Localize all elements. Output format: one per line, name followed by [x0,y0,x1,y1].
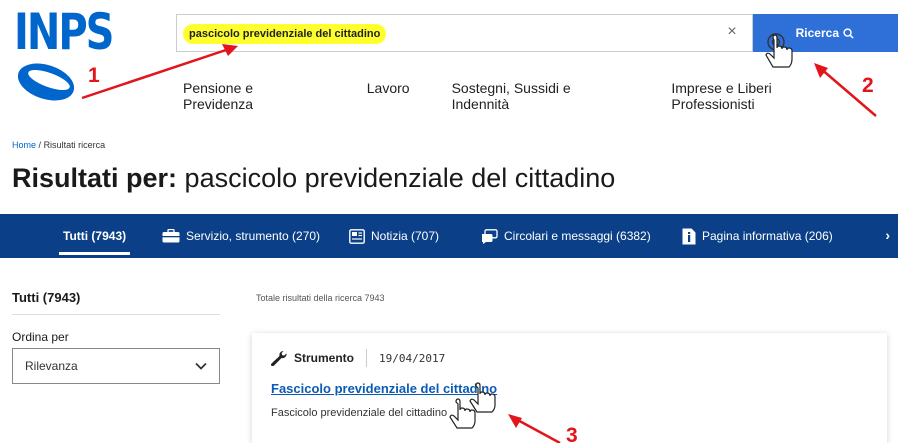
result-type: Strumento [294,351,354,365]
tabs-next-chevron-icon[interactable]: › [885,227,890,243]
info-icon [682,228,696,244]
nav-item-sostegni[interactable]: Sostegni, Sussidi e Indennità [452,80,630,112]
search-icon [843,27,854,39]
sort-select[interactable]: Rilevanza [12,348,220,384]
chat-icon [482,228,498,244]
inps-logo[interactable]: INPS [14,4,114,114]
nav-item-pensione[interactable]: Pensione e Previdenza [183,80,325,112]
breadcrumb-separator: / [38,140,42,150]
breadcrumb-current: Risultati ricerca [43,140,106,150]
search-query-text: pascicolo previdenziale del cittadino [183,24,387,44]
tab-circolari-label: Circolari e messaggi (6382) [504,229,651,243]
breadcrumb-home[interactable]: Home [12,140,36,150]
nav-item-lavoro[interactable]: Lavoro [367,80,410,112]
result-meta-divider [366,349,367,367]
sort-select-value: Rilevanza [25,359,78,373]
result-description: Fascicolo previdenziale del cittadino [271,407,448,419]
page-title: Risultati per: pascicolo previdenziale d… [12,163,615,194]
main-nav: Pensione e Previdenza Lavoro Sostegni, S… [183,80,898,112]
chevron-down-icon [195,362,207,370]
result-date: 19/04/2017 [379,351,446,365]
tab-servizio-label: Servizio, strumento (270) [186,229,321,243]
filter-divider [12,314,220,315]
briefcase-icon [162,229,180,243]
arrow-2-head [814,63,828,78]
wrench-icon [271,350,287,366]
tab-notizia[interactable]: Notizia (707) [349,214,439,258]
search-input[interactable]: pascicolo previdenziale del cittadino × [176,14,753,52]
tab-notizia-label: Notizia (707) [371,229,440,243]
filter-title: Tutti (7943) [12,290,81,305]
tab-servizio[interactable]: Servizio, strumento (270) [162,214,320,258]
tab-circolari[interactable]: Circolari e messaggi (6382) [481,214,651,258]
tab-tutti-label: Tutti (7943) [63,229,127,243]
results-tabbar: Tutti (7943) Servizio, strumento (270) N… [0,214,898,258]
newspaper-icon [349,228,365,244]
logo-text: INPS [14,4,114,62]
tab-tutti[interactable]: Tutti (7943) [58,214,131,258]
search-button-label: Ricerca [795,26,839,40]
search-button[interactable]: Ricerca [753,14,898,52]
clear-search-button[interactable]: × [722,23,742,41]
page-title-query: pascicolo previdenziale del cittadino [184,163,616,193]
breadcrumb: Home / Risultati ricerca [12,140,105,150]
annotation-number-3: 3 [566,424,578,443]
nav-item-imprese[interactable]: Imprese e Liberi Professionisti [671,80,856,112]
sort-label: Ordina per [12,330,69,344]
annotation-number-1: 1 [88,64,100,87]
page-title-prefix: Risultati per: [12,163,178,193]
annotation-number-2: 2 [862,74,874,97]
results-total: Totale risultati della ricerca 7943 [256,293,385,303]
logo-swoosh-icon [17,63,75,101]
result-title-link[interactable]: Fascicolo previdenziale del cittadino [271,381,497,396]
tab-pagina-informativa-label: Pagina informativa (206) [702,229,833,243]
tab-pagina-informativa[interactable]: Pagina informativa (206) [682,214,833,258]
result-meta: Strumento 19/04/2017 [270,349,445,367]
